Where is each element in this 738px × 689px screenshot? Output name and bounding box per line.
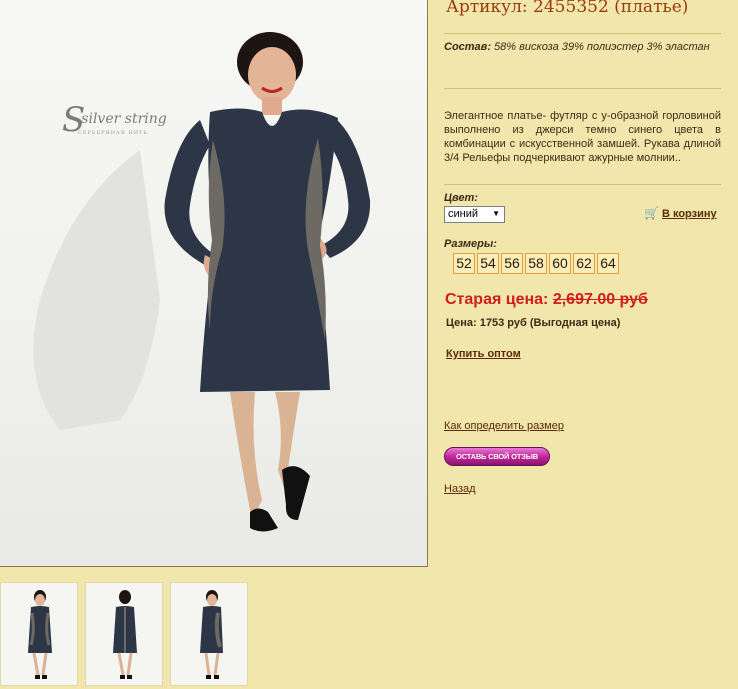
sizes-label: Размеры: — [444, 238, 497, 250]
brand-subtitle: СЕРЕБРЯНАЯ НИТЬ — [78, 130, 148, 136]
add-to-cart-label: В корзину — [661, 208, 717, 220]
composition: Состав: 58% вискоза 39% полиэстер 3% эла… — [444, 40, 721, 54]
page-title: Артикул: 2455352 (платье) — [446, 0, 689, 17]
size-option[interactable]: 62 — [573, 253, 595, 274]
size-guide-link[interactable]: Как определить размер — [444, 420, 564, 432]
thumbnail-front[interactable] — [0, 582, 78, 686]
add-to-cart-link[interactable]: 🛒 В корзину — [644, 206, 717, 220]
color-label: Цвет: — [444, 192, 478, 204]
thumbnail-strip — [0, 582, 260, 688]
size-option[interactable]: 58 — [525, 253, 547, 274]
leave-review-button[interactable]: ОСТАВЬ СВОЙ ОТЗЫВ — [444, 447, 550, 466]
current-price: Цена: 1753 руб (Выгодная цена) — [446, 317, 621, 329]
chevron-down-icon: ▼ — [492, 209, 500, 218]
size-option[interactable]: 64 — [597, 253, 619, 274]
old-price-label: Старая цена: — [445, 291, 549, 308]
size-option[interactable]: 60 — [549, 253, 571, 274]
cart-icon: 🛒 — [644, 206, 659, 220]
divider — [444, 88, 721, 89]
divider — [444, 33, 721, 34]
divider — [444, 184, 721, 185]
size-option[interactable]: 56 — [501, 253, 523, 274]
model-illustration — [33, 32, 371, 532]
size-option[interactable]: 54 — [477, 253, 499, 274]
size-option[interactable]: 52 — [453, 253, 475, 274]
old-price: Старая цена: 2,697.00 руб — [445, 291, 648, 309]
main-product-photo[interactable]: Ssilver string СЕРЕБРЯНАЯ НИТЬ — [0, 0, 428, 567]
back-link[interactable]: Назад — [444, 483, 476, 495]
color-select-value: синий — [448, 208, 479, 220]
thumbnail-side[interactable] — [170, 582, 248, 686]
composition-value: 58% вискоза 39% полиэстер 3% эластан — [494, 41, 710, 53]
composition-label: Состав: — [444, 41, 491, 53]
brand-logo: Ssilver string СЕРЕБРЯНАЯ НИТЬ — [62, 100, 167, 140]
color-select[interactable]: синий ▼ — [444, 206, 505, 223]
product-description: Элегантное платье- футляр с у-образной г… — [444, 110, 721, 164]
size-options: 52 54 56 58 60 62 64 — [453, 253, 619, 274]
buy-wholesale-link[interactable]: Купить оптом — [446, 348, 521, 360]
thumbnail-back[interactable] — [85, 582, 163, 686]
old-price-value: 2,697.00 руб — [552, 291, 648, 308]
